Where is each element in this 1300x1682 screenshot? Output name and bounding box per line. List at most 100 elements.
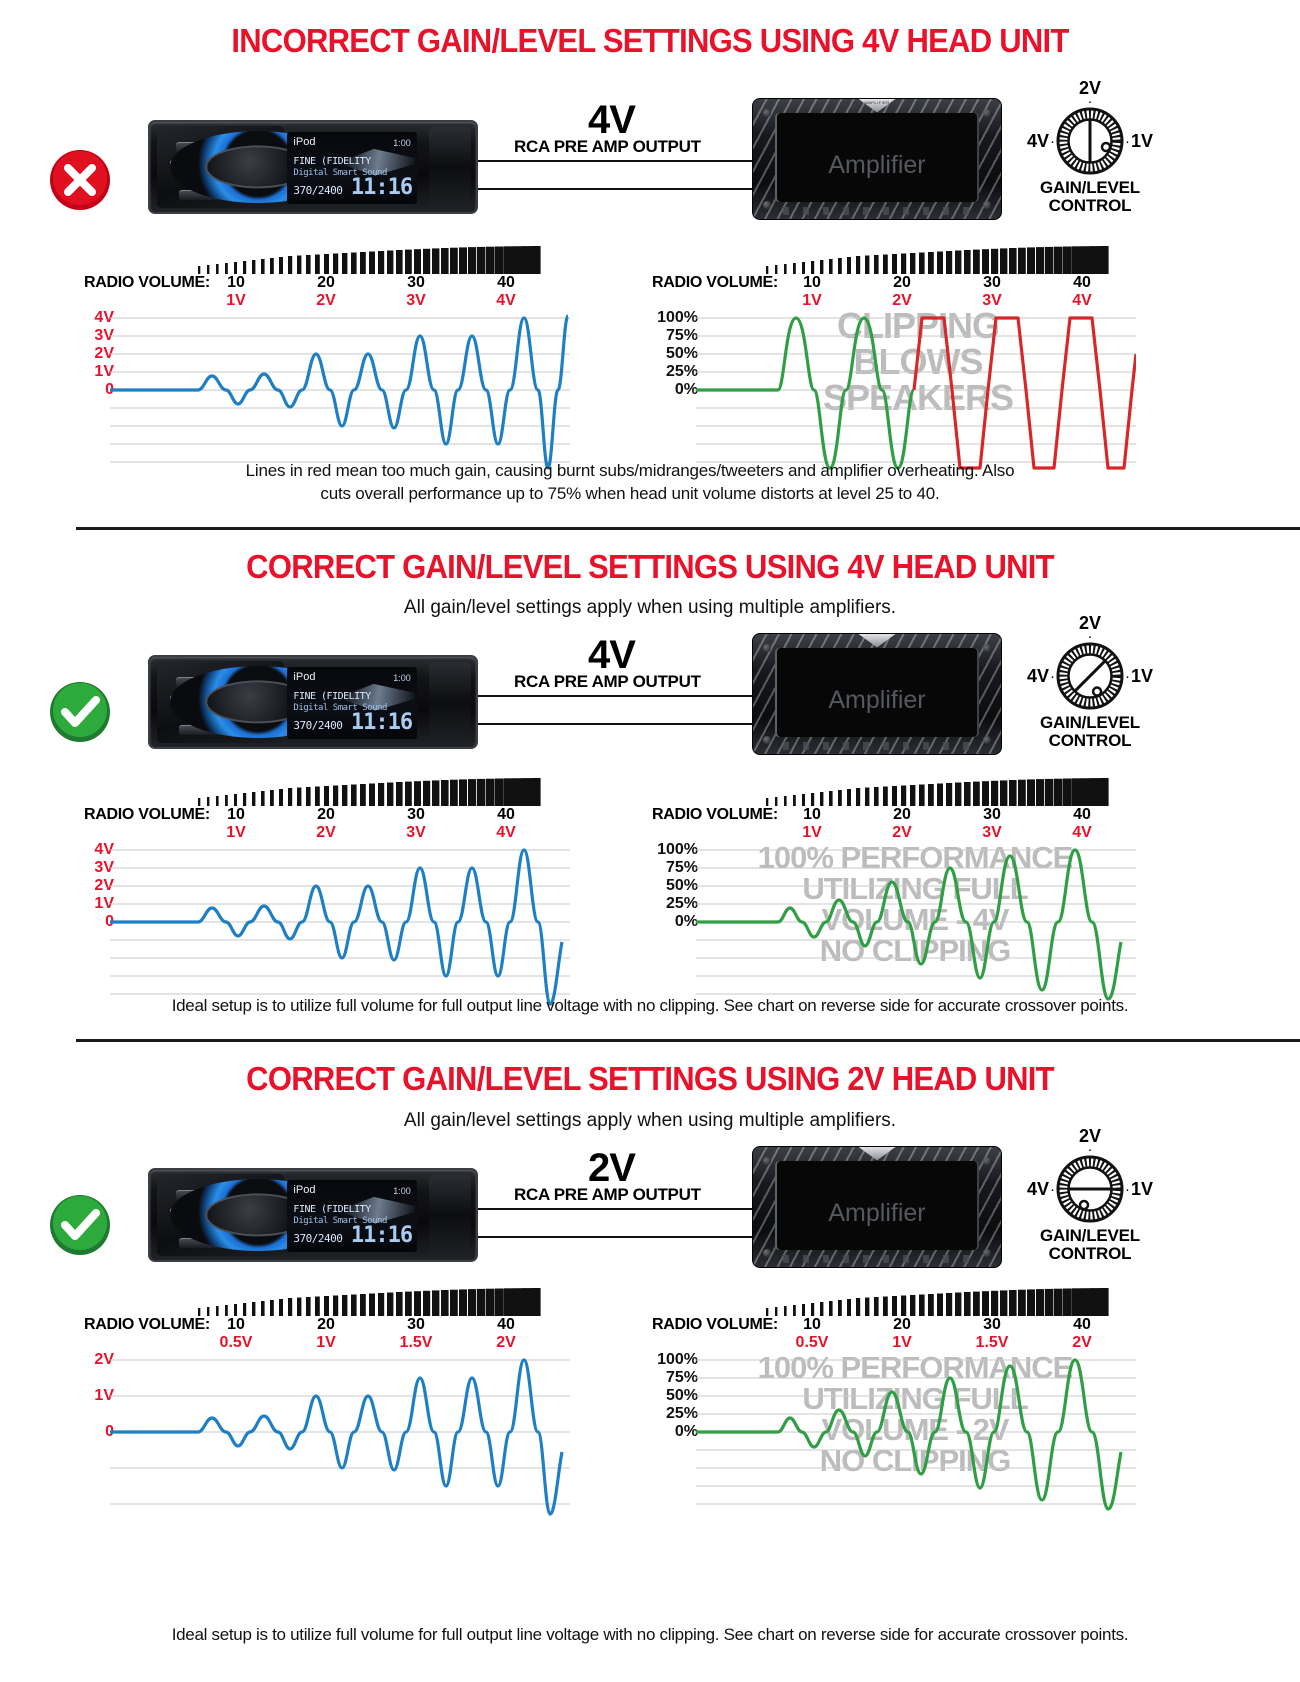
gain-knob-group-2: 2V · 4V · · 1V GAIN/LEVEL CONTROL — [1020, 613, 1160, 750]
volume-tick-5-1: 20 — [317, 1316, 335, 1333]
knob-control-label-line1-2: GAIN/LEVEL — [1039, 713, 1140, 732]
volume-voltage-3-0: 1V — [226, 824, 246, 841]
amplifier-2: Amplifier — [752, 633, 1002, 755]
chart-correct-4v-right: RADIO VOLUME: 10 20 30 40 1V 2V 3V 4V 10… — [638, 778, 1138, 1001]
ytick-6-2: 50% — [665, 1387, 698, 1404]
status-badge-correct-2 — [48, 1193, 112, 1257]
section-title-correct-4v: CORRECT GAIN/LEVEL SETTINGS USING 4V HEA… — [246, 548, 1054, 585]
hu3-fine-label: FINE (FIDELITY — [293, 1203, 371, 1215]
ytick-2-0: 100% — [657, 309, 698, 326]
ytick-3-3: 1V — [94, 895, 114, 912]
hu-track-time: 1:00 — [393, 137, 411, 148]
chart-correct-2v-left: RADIO VOLUME: 10 20 30 40 0.5V 1V 1.5V 2… — [70, 1288, 570, 1516]
waveform-plot-1 — [110, 314, 570, 470]
knob-control-label-line1-3: GAIN/LEVEL — [1039, 1226, 1140, 1245]
knob-left-label-2: 4V — [1026, 665, 1049, 686]
gain-knob-group-3: 2V · 4V · · 1V GAIN/LEVEL CONTROL — [1020, 1126, 1160, 1263]
volume-axis-title-5: RADIO VOLUME: — [84, 1316, 210, 1333]
volume-voltage-4-3: 4V — [1072, 824, 1092, 841]
volume-axis-title-3: RADIO VOLUME: — [84, 806, 210, 823]
ytick-1-2: 2V — [94, 345, 114, 362]
volume-voltage-1-1: 2V — [316, 292, 336, 309]
volume-tick-1-1: 20 — [317, 274, 335, 291]
rca-wire-bottom-1 — [478, 188, 758, 190]
volume-voltage-5-2: 1.5V — [399, 1334, 433, 1351]
volume-voltage-6-2: 1.5V — [975, 1334, 1009, 1351]
volume-voltage-2-0: 1V — [802, 292, 822, 309]
volume-voltage-1-2: 3V — [406, 292, 426, 309]
volume-tick-6-3: 40 — [1073, 1316, 1091, 1333]
volume-tick-1-3: 40 — [497, 274, 515, 291]
volume-tick-3-0: 10 — [227, 806, 245, 823]
volume-tick-4-1: 20 — [893, 806, 911, 823]
volume-axis-title-4: RADIO VOLUME: — [652, 806, 778, 823]
infographic-page: INCORRECT GAIN/LEVEL SETTINGS USING 4V H… — [0, 0, 1300, 1682]
gain-control-knob-2[interactable] — [1056, 642, 1124, 710]
ytick-5-2: 0 — [105, 1423, 114, 1440]
hu2-fine-label: FINE (FIDELITY — [293, 690, 371, 702]
waveform-plot-6 — [696, 1358, 1136, 1511]
volume-tick-5-3: 40 — [497, 1316, 515, 1333]
volume-voltage-2-1: 2V — [892, 292, 912, 309]
ytick-1-3: 1V — [94, 363, 114, 380]
volume-voltage-2-3: 4V — [1072, 292, 1092, 309]
ytick-6-3: 25% — [665, 1405, 698, 1422]
rca-wire-top-3 — [478, 1208, 758, 1210]
ytick-2-4: 0% — [674, 381, 698, 398]
hu3-side-panel — [428, 1174, 472, 1256]
volume-voltage-1-3: 4V — [496, 292, 516, 309]
volume-tick-2-2: 30 — [983, 274, 1001, 291]
volume-tick-6-0: 10 — [803, 1316, 821, 1333]
volume-tick-5-0: 10 — [227, 1316, 245, 1333]
hu2-track-time: 1:00 — [393, 672, 411, 683]
volume-tick-3-1: 20 — [317, 806, 335, 823]
head-unit-2: iPod 1:00 FINE (FIDELITY Digital Smart S… — [148, 655, 478, 749]
ytick-1-0: 4V — [94, 309, 114, 326]
knob-left-label-3: 4V — [1026, 1178, 1049, 1199]
volume-voltage-2-2: 3V — [982, 292, 1002, 309]
rca-wire-top-1 — [478, 160, 758, 162]
chart-correct-4v-left: RADIO VOLUME: 10 20 30 40 1V 2V 3V 4V 4V… — [70, 778, 570, 1006]
ytick-4-4: 0% — [674, 913, 698, 930]
volume-tick-6-1: 20 — [893, 1316, 911, 1333]
knob-right-label-2: 1V — [1131, 665, 1154, 686]
waveform-plot-3 — [110, 848, 570, 1006]
gain-control-knob-3[interactable] — [1056, 1155, 1124, 1223]
status-badge-correct-1 — [48, 680, 112, 744]
head-unit-3: iPod 1:00 FINE (FIDELITY Digital Smart S… — [148, 1168, 478, 1262]
volume-voltage-6-3: 2V — [1072, 1334, 1092, 1351]
amplifier-label-1: Amplifier — [828, 150, 926, 179]
ytick-3-2: 2V — [94, 877, 114, 894]
caption-correct-4v: Ideal setup is to utilize full volume fo… — [171, 996, 1129, 1015]
divider-1 — [76, 527, 1300, 530]
section-title-incorrect-4v: INCORRECT GAIN/LEVEL SETTINGS USING 4V H… — [231, 22, 1069, 59]
volume-tick-3-3: 40 — [497, 806, 515, 823]
volume-tick-4-2: 30 — [983, 806, 1001, 823]
volume-axis-title-1: RADIO VOLUME: — [84, 274, 210, 291]
rca-output-label-3: RCA PRE AMP OUTPUT — [514, 1185, 701, 1204]
volume-voltage-4-0: 1V — [802, 824, 822, 841]
ytick-5-0: 2V — [94, 1351, 114, 1368]
volume-tick-2-3: 40 — [1073, 274, 1091, 291]
volume-tick-1-0: 10 — [227, 274, 245, 291]
hu2-source-label: iPod — [293, 671, 316, 684]
volume-voltage-4-2: 3V — [982, 824, 1002, 841]
ytick-2-2: 50% — [665, 345, 698, 362]
hu-clock: 11:16 — [350, 174, 413, 200]
ytick-6-1: 75% — [665, 1369, 698, 1386]
waveform-plot-4 — [696, 848, 1136, 1001]
chart-correct-2v-right: RADIO VOLUME: 10 20 30 40 0.5V 1V 1.5V 2… — [638, 1288, 1138, 1511]
rca-output-label-1: RCA PRE AMP OUTPUT — [514, 137, 701, 156]
volume-tick-4-0: 10 — [803, 806, 821, 823]
gain-control-knob-1[interactable] — [1056, 107, 1124, 175]
chart-incorrect-4v-right: RADIO VOLUME: 10 20 30 40 1V 2V 3V 4V 10… — [638, 246, 1138, 470]
volume-axis-title-6: RADIO VOLUME: — [652, 1316, 778, 1333]
volume-voltage-5-1: 1V — [316, 1334, 336, 1351]
volume-axis-title-2: RADIO VOLUME: — [652, 274, 778, 291]
volume-voltage-3-1: 2V — [316, 824, 336, 841]
knob-control-label-line1-1: GAIN/LEVEL — [1039, 178, 1140, 197]
rca-wire-top-2 — [478, 695, 758, 697]
caption-correct-2v: Ideal setup is to utilize full volume fo… — [171, 1625, 1129, 1644]
hu2-freq-label: 370/2400 — [293, 718, 343, 732]
amplifier-3: Amplifier — [752, 1146, 1002, 1268]
